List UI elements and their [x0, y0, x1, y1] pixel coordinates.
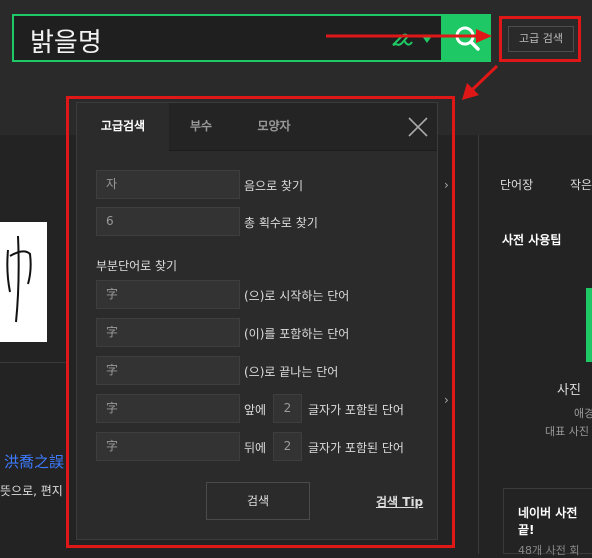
arrow-head-1-icon [476, 29, 492, 43]
arrow-line-2 [470, 64, 499, 92]
annotation-arrows [326, 29, 499, 100]
